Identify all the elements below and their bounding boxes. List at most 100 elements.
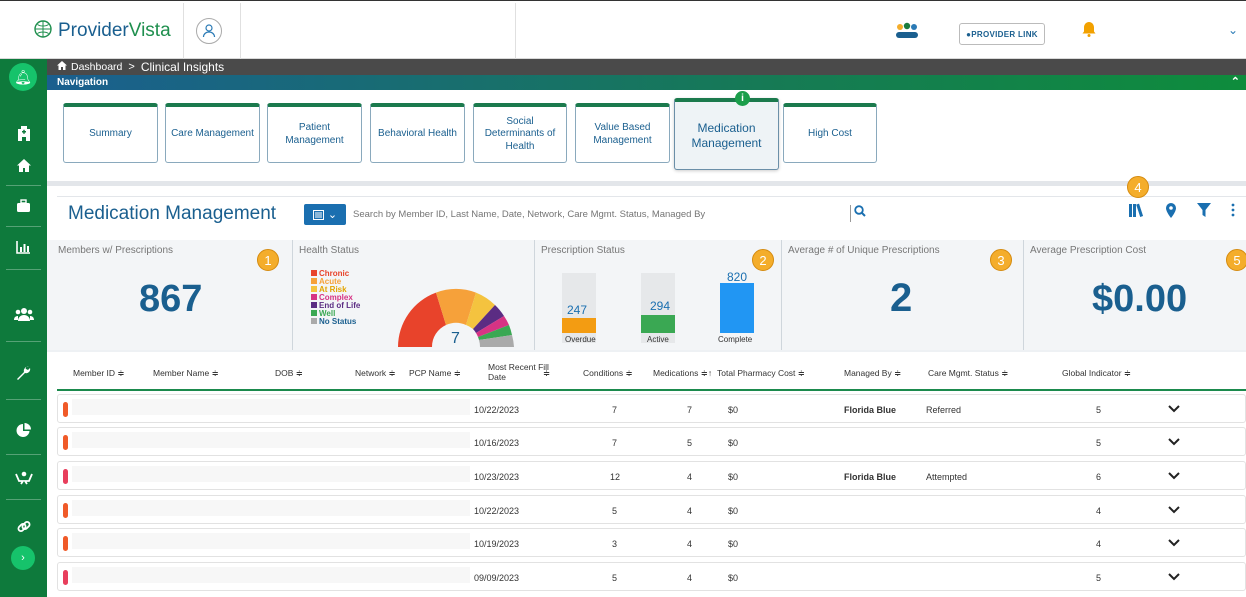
wrench-icon[interactable] [0,352,47,392]
filter-icon[interactable] [1197,203,1211,222]
overdue-value: 247 [567,303,588,317]
table-row[interactable]: 10/23/2023 12 4 $0 Florida Blue Attempted 6 [57,461,1246,490]
tab-patient-management[interactable]: Patient Management [267,103,362,163]
divider [6,269,41,270]
col-network[interactable]: Network ≑ [355,368,396,379]
tab-summary[interactable]: Summary [63,103,158,163]
card-average-unique-prescriptions[interactable]: Average # of Unique Prescriptions 2 [782,240,1024,350]
status-indicator-bar [63,570,68,585]
chart-icon[interactable] [0,227,47,267]
cell-fill-date: 09/09/2023 [474,573,520,583]
more-vertical-icon[interactable] [1231,203,1235,222]
table-row[interactable]: 10/16/2023 7 5 $0 5 [57,427,1246,456]
cell-medications: 4 [687,539,693,549]
tab-behavioral-health[interactable]: Behavioral Health [370,103,465,163]
bell-icon[interactable]: 🔔︎ [9,63,37,91]
briefcase-icon[interactable] [0,186,47,226]
bar-active [641,315,675,333]
col-medications[interactable]: Medications ≑↑ [653,368,712,379]
navigation-bar[interactable]: Navigation ⌃ [47,75,1246,90]
cell-conditions: 3 [612,539,618,549]
tab-medication-management[interactable]: Medication Management [674,98,779,170]
users-icon[interactable] [0,294,47,334]
tabs-area: Summary Care Management Patient Manageme… [47,90,1246,186]
cell-fill-date: 10/23/2023 [474,472,520,482]
search-type-dropdown[interactable]: ⌄ [304,204,346,225]
col-care-mgmt-status[interactable]: Care Mgmt. Status ≑ [928,368,1008,379]
notification-bell-icon[interactable] [1082,21,1096,42]
redacted-member-info [72,500,470,516]
active-label: Active [647,335,669,344]
cell-conditions: 7 [612,438,618,448]
card-prescription-status[interactable]: Prescription Status 247 294 820 Overdue … [535,240,782,350]
app-logo[interactable]: ProviderVista [6,3,184,59]
person-icon[interactable] [196,18,222,44]
status-indicator-bar [63,402,68,417]
page-header: Medication Management ⌄ [57,196,1246,230]
col-dob[interactable]: DOB ≑ [275,368,303,379]
cell-fill-date: 10/19/2023 [474,539,520,549]
card-title: Average # of Unique Prescriptions [788,245,940,256]
cell-managed-by: Florida Blue [844,405,897,415]
link-icon[interactable] [0,507,47,547]
card-title: Average Prescription Cost [1030,245,1146,256]
info-icon[interactable]: i [735,91,750,106]
cell-total-pharmacy-cost: $0 [728,539,739,549]
tab-care-management[interactable]: Care Management [165,103,260,163]
cell-fill-date: 10/22/2023 [474,506,520,516]
card-average-prescription-cost[interactable]: Average Prescription Cost $0.00 [1024,240,1246,350]
library-icon[interactable] [1129,203,1145,222]
health-legend: Chronic Acute At Risk Complex End of Lif… [311,270,360,326]
cell-total-pharmacy-cost: $0 [728,405,739,415]
divider [850,205,851,222]
col-total-pharmacy-cost[interactable]: Total Pharmacy Cost ≑ [717,368,805,379]
tab-high-cost[interactable]: High Cost [783,103,877,163]
chevron-down-icon[interactable] [1168,570,1180,584]
col-managed-by[interactable]: Managed By ≑ [844,368,901,379]
cell-total-pharmacy-cost: $0 [728,573,739,583]
chevron-down-icon[interactable] [1168,402,1180,416]
col-global-indicator[interactable]: Global Indicator ≑ [1062,368,1131,379]
chevron-down-icon[interactable] [1168,503,1180,517]
cell-conditions: 5 [612,506,618,516]
status-indicator-bar [63,536,68,551]
col-member-name[interactable]: Member Name ≑ [153,368,219,379]
table-row[interactable]: 10/19/2023 3 4 $0 4 [57,528,1246,557]
col-member-id[interactable]: Member ID ≑ [73,368,125,379]
complete-value: 820 [727,270,748,284]
divider [6,399,41,400]
cell-global-indicator: 4 [1096,539,1102,549]
tab-social-determinants[interactable]: Social Determinants of Health [473,103,567,163]
card-members-with-prescriptions[interactable]: Members w/ Prescriptions 867 [47,240,293,350]
provider-link-button[interactable]: ● PROVIDER LINK [959,23,1045,45]
active-value: 294 [650,299,671,313]
col-conditions[interactable]: Conditions ≑ [583,368,633,379]
cell-medications: 4 [687,573,693,583]
chevron-down-icon[interactable] [1168,469,1180,483]
tab-value-based-management[interactable]: Value Based Management [575,103,670,163]
search-icon[interactable] [854,205,866,220]
expand-icon[interactable]: › [11,546,35,570]
pie-chart-icon[interactable] [0,410,47,450]
location-pin-icon[interactable] [1165,203,1177,222]
hands-icon[interactable] [0,458,47,498]
group-icon[interactable] [895,22,919,45]
col-fill-date-sort[interactable]: ≑ [543,368,550,379]
table-row[interactable]: 10/22/2023 7 7 $0 Florida Blue Referred 5 [57,394,1246,423]
chevron-down-icon[interactable] [1168,435,1180,449]
table-row[interactable]: 10/22/2023 5 4 $0 4 [57,495,1246,524]
legend-item[interactable]: No Status [311,318,360,326]
col-most-recent-fill-date[interactable]: Most Recent Fill Date [488,362,549,382]
search-input[interactable] [353,204,843,224]
home-icon[interactable] [0,145,47,185]
col-pcp-name[interactable]: PCP Name ≑ [409,368,461,379]
home-icon[interactable] [57,61,67,73]
divider [240,3,241,59]
page-title: Medication Management [68,203,277,224]
chevron-down-icon[interactable]: ⌄ [1228,23,1238,37]
chevron-down-icon[interactable] [1168,536,1180,550]
breadcrumb-root[interactable]: Dashboard [71,61,122,73]
card-health-status[interactable]: Health Status Chronic Acute At Risk Comp… [293,240,535,350]
collapse-icon[interactable]: ⌃ [1231,75,1240,88]
table-row[interactable]: 09/09/2023 5 4 $0 5 [57,562,1246,591]
